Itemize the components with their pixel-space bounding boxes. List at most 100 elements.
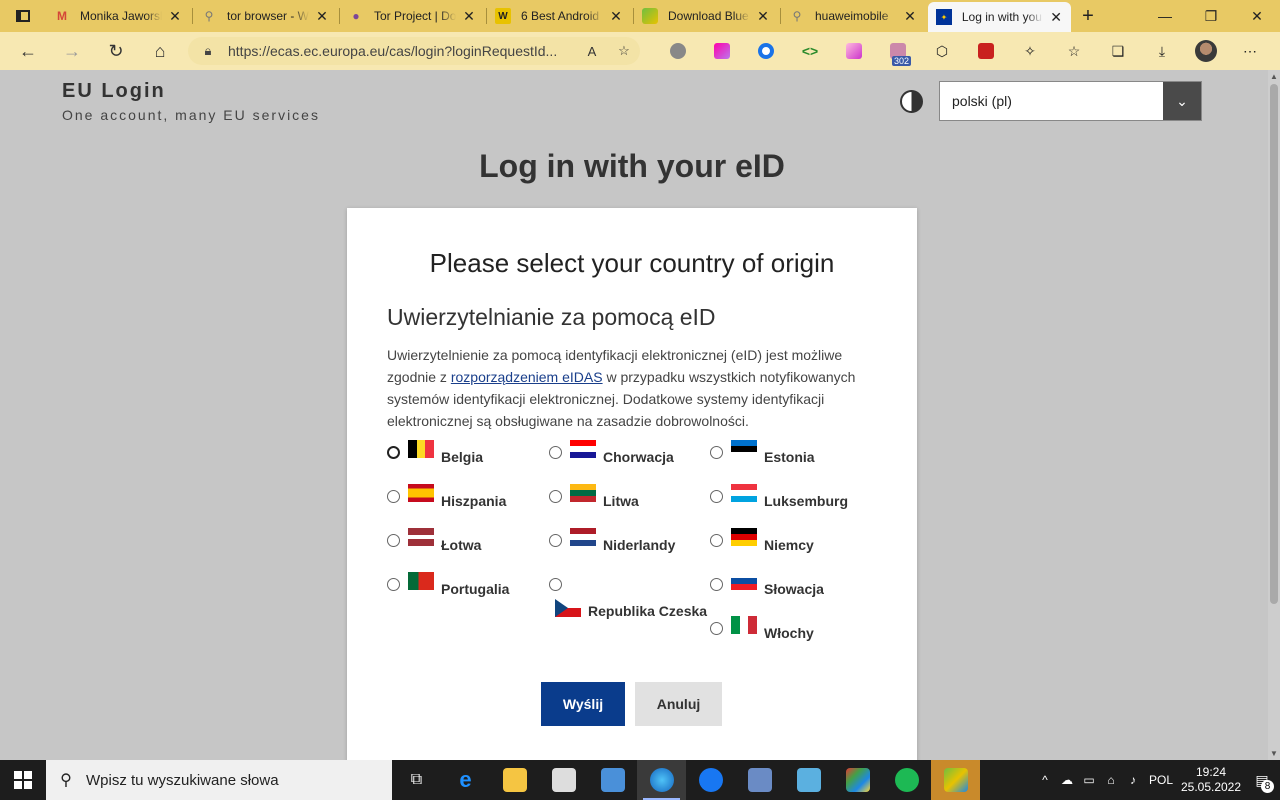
radio-button[interactable] (710, 534, 723, 547)
scrollbar-thumb[interactable] (1270, 84, 1278, 604)
radio-button[interactable] (549, 534, 562, 547)
country-option-hiszpania[interactable]: Hiszpania (387, 484, 506, 509)
language-select[interactable]: polski (pl) ⌄ (939, 81, 1202, 121)
chevron-up-icon[interactable]: ^ (1034, 773, 1056, 787)
games-icon[interactable] (833, 760, 882, 800)
tab-gmail[interactable]: M Monika Jaworska ✕ (46, 0, 193, 32)
file-explorer-icon[interactable] (490, 760, 539, 800)
refresh-button[interactable]: ↻ (94, 32, 138, 70)
lock-icon[interactable]: 🔒︎ (188, 43, 228, 59)
chevron-down-icon[interactable]: ⌄ (1163, 82, 1201, 120)
forward-button[interactable]: → (50, 32, 94, 70)
read-aloud-icon[interactable]: A (576, 44, 608, 59)
country-option-belgia[interactable]: Belgia (387, 440, 483, 465)
facebook-icon[interactable] (686, 760, 735, 800)
tab-android[interactable]: W 6 Best Android ✕ (487, 0, 634, 32)
clock[interactable]: 19:24 25.05.2022 (1178, 765, 1244, 795)
close-tab-icon[interactable]: ✕ (1049, 9, 1063, 26)
close-tab-icon[interactable]: ✕ (315, 8, 329, 25)
cube-extension-icon[interactable]: ⬡ (920, 32, 964, 70)
country-option-estonia[interactable]: Estonia (710, 440, 815, 465)
country-option-slowacja[interactable]: Słowacja (710, 572, 824, 597)
save-app-icon[interactable] (735, 760, 784, 800)
back-button[interactable]: ← (6, 32, 50, 70)
onedrive-icon[interactable]: ☁ (1056, 773, 1078, 787)
radio-button[interactable] (387, 578, 400, 591)
country-option-luksemburg[interactable]: Luksemburg (710, 484, 848, 509)
country-option-niderlandy[interactable]: Niderlandy (549, 528, 675, 553)
edge-legacy-icon[interactable]: e (441, 760, 490, 800)
input-language[interactable]: POL (1144, 773, 1178, 787)
radio-button[interactable] (710, 578, 723, 591)
close-tab-icon[interactable]: ✕ (462, 8, 476, 25)
pdf-extension-icon[interactable] (964, 32, 1008, 70)
cancel-button[interactable]: Anuluj (635, 682, 722, 726)
radio-button[interactable] (710, 622, 723, 635)
task-view-icon[interactable]: ⧉ (392, 760, 441, 800)
country-option-niemcy[interactable]: Niemcy (710, 528, 814, 553)
new-tab-button[interactable]: + (1071, 5, 1105, 28)
close-tab-icon[interactable]: ✕ (756, 8, 770, 25)
spotify-icon[interactable] (882, 760, 931, 800)
badge-extension-icon[interactable]: 302 (876, 32, 920, 70)
battery-icon[interactable]: ▭ (1078, 773, 1100, 787)
more-options-icon[interactable]: ⋯ (1228, 32, 1272, 70)
bluestacks-icon[interactable] (931, 760, 980, 800)
collections-icon[interactable]: ❏ (1096, 32, 1140, 70)
mail-icon[interactable] (588, 760, 637, 800)
radio-button[interactable] (710, 446, 723, 459)
tab-actions-button[interactable] (0, 0, 46, 32)
radio-button[interactable] (387, 534, 400, 547)
url-text[interactable]: https://ecas.ec.europa.eu/cas/login?logi… (228, 43, 576, 59)
tab-tor-project[interactable]: ● Tor Project | Do ✕ (340, 0, 487, 32)
close-window-button[interactable]: ✕ (1234, 0, 1280, 32)
close-tab-icon[interactable]: ✕ (168, 8, 182, 25)
control-panel-icon[interactable] (784, 760, 833, 800)
store-icon[interactable] (539, 760, 588, 800)
country-option-chorwacja[interactable]: Chorwacja (549, 440, 674, 465)
country-option-portugalia[interactable]: Portugalia (387, 572, 509, 597)
close-tab-icon[interactable]: ✕ (609, 8, 623, 25)
country-option-wlochy[interactable]: Włochy (710, 616, 814, 641)
radio-button[interactable] (549, 490, 562, 503)
country-option-lotwa[interactable]: Łotwa (387, 528, 481, 553)
tab-eu-login[interactable]: ✦ Log in with you ✕ (928, 2, 1071, 32)
radio-button[interactable] (549, 446, 562, 459)
network-icon[interactable]: ⌂ (1100, 773, 1122, 787)
country-option-litwa[interactable]: Litwa (549, 484, 639, 509)
contrast-toggle-icon[interactable] (900, 90, 923, 113)
start-button[interactable] (0, 760, 46, 800)
code-extension-icon[interactable]: <> (788, 32, 832, 70)
radio-button[interactable] (387, 490, 400, 503)
scroll-up-icon[interactable]: ▲ (1268, 72, 1280, 81)
country-option-republika-czeska[interactable]: Republika Czeska (549, 578, 719, 619)
gradient-extension-icon[interactable] (700, 32, 744, 70)
radio-button[interactable] (549, 578, 562, 591)
radio-button[interactable] (387, 446, 400, 459)
home-button[interactable]: ⌂ (138, 32, 182, 70)
close-tab-icon[interactable]: ✕ (903, 8, 917, 25)
page-scrollbar[interactable]: ▲ ▼ (1268, 70, 1280, 760)
volume-icon[interactable]: ♪ (1122, 773, 1144, 787)
tab-tor-search[interactable]: ⚲ tor browser - W ✕ (193, 0, 340, 32)
eidas-link[interactable]: rozporządzeniem eIDAS (451, 369, 603, 385)
tab-bluestacks[interactable]: Download Blue ✕ (634, 0, 781, 32)
address-bar[interactable]: 🔒︎ https://ecas.ec.europa.eu/cas/login?l… (188, 37, 640, 65)
downloads-icon[interactable]: ⤓ (1140, 32, 1184, 70)
extensions-icon[interactable]: ✧ (1008, 32, 1052, 70)
radio-button[interactable] (710, 490, 723, 503)
profile-avatar[interactable] (1184, 32, 1228, 70)
pink-extension-icon[interactable] (832, 32, 876, 70)
tab-huawei[interactable]: ⚲ huaweimobile ✕ (781, 0, 928, 32)
favorites-icon[interactable]: ☆ (1052, 32, 1096, 70)
circle-extension-icon[interactable] (744, 32, 788, 70)
notifications-icon[interactable]: ▤ 8 (1244, 772, 1280, 793)
restore-button[interactable]: ❐ (1188, 0, 1234, 32)
settings-extension-icon[interactable] (656, 32, 700, 70)
scroll-down-icon[interactable]: ▼ (1268, 749, 1280, 758)
taskbar-search[interactable]: ⚲ Wpisz tu wyszukiwane słowa (46, 760, 392, 800)
minimize-button[interactable]: — (1142, 0, 1188, 32)
submit-button[interactable]: Wyślij (541, 682, 625, 726)
add-favorite-icon[interactable]: ☆ (608, 43, 640, 59)
edge-icon[interactable] (637, 760, 686, 800)
